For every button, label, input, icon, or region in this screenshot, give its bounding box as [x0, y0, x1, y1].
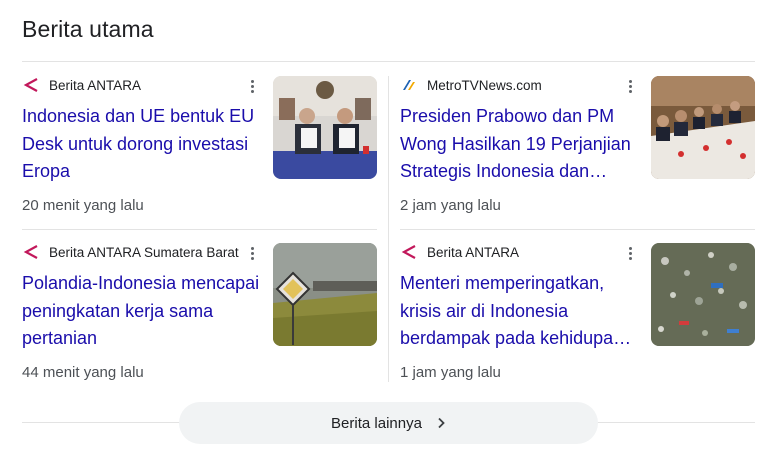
news-card[interactable]: Berita ANTARA Indonesia dan UE bentuk EU…	[22, 76, 377, 226]
timestamp: 2 jam yang lalu	[400, 197, 501, 214]
headline-link[interactable]: Presiden Prabowo dan PM Wong Hasilkan 19…	[400, 103, 640, 186]
antara-logo-icon	[400, 243, 418, 261]
polluted-river-thumbnail[interactable]	[651, 243, 755, 346]
news-card[interactable]: MetroTVNews.com Presiden Prabowo dan PM …	[400, 76, 755, 226]
source-row: Berita ANTARA	[22, 76, 141, 94]
source-name: Berita ANTARA	[49, 77, 142, 93]
farm-field-thumbnail[interactable]	[273, 243, 377, 346]
antara-logo-icon	[22, 243, 40, 261]
source-row: Berita ANTARA	[400, 243, 519, 261]
metrotv-logo-icon	[400, 76, 418, 94]
news-card[interactable]: Berita ANTARA Sumatera Barat Polandia-In…	[22, 243, 377, 393]
more-news-label: Berita lainnya	[331, 414, 422, 432]
source-row: MetroTVNews.com	[400, 76, 542, 94]
antara-logo-icon	[22, 76, 40, 94]
divider	[22, 229, 377, 230]
section-title: Berita utama	[22, 16, 154, 42]
more-options-icon[interactable]	[624, 243, 636, 263]
timestamp: 1 jam yang lalu	[400, 364, 501, 381]
more-news-button[interactable]: Berita lainnya	[179, 402, 598, 444]
more-options-icon[interactable]	[246, 76, 258, 96]
divider	[22, 61, 755, 62]
headline-link[interactable]: Indonesia dan UE bentuk EU Desk untuk do…	[22, 103, 262, 186]
divider	[400, 229, 755, 230]
more-options-icon[interactable]	[624, 76, 636, 96]
source-name: Berita ANTARA Sumatera Barat	[49, 244, 239, 260]
news-card[interactable]: Berita ANTARA Menteri memperingatkan, kr…	[400, 243, 755, 393]
more-options-icon[interactable]	[246, 243, 258, 263]
chevron-right-icon	[436, 417, 446, 429]
column-divider	[388, 76, 389, 382]
timestamp: 20 menit yang lalu	[22, 197, 144, 214]
timestamp: 44 menit yang lalu	[22, 364, 144, 381]
source-row: Berita ANTARA Sumatera Barat	[22, 243, 239, 261]
bilateral-meeting-thumbnail[interactable]	[651, 76, 755, 179]
headline-link[interactable]: Menteri memperingatkan, krisis air di In…	[400, 270, 640, 353]
source-name: MetroTVNews.com	[427, 77, 542, 93]
source-name: Berita ANTARA	[427, 244, 520, 260]
signing-ceremony-thumbnail[interactable]	[273, 76, 377, 179]
headline-link[interactable]: Polandia-Indonesia mencapai peningkatan …	[22, 270, 262, 353]
